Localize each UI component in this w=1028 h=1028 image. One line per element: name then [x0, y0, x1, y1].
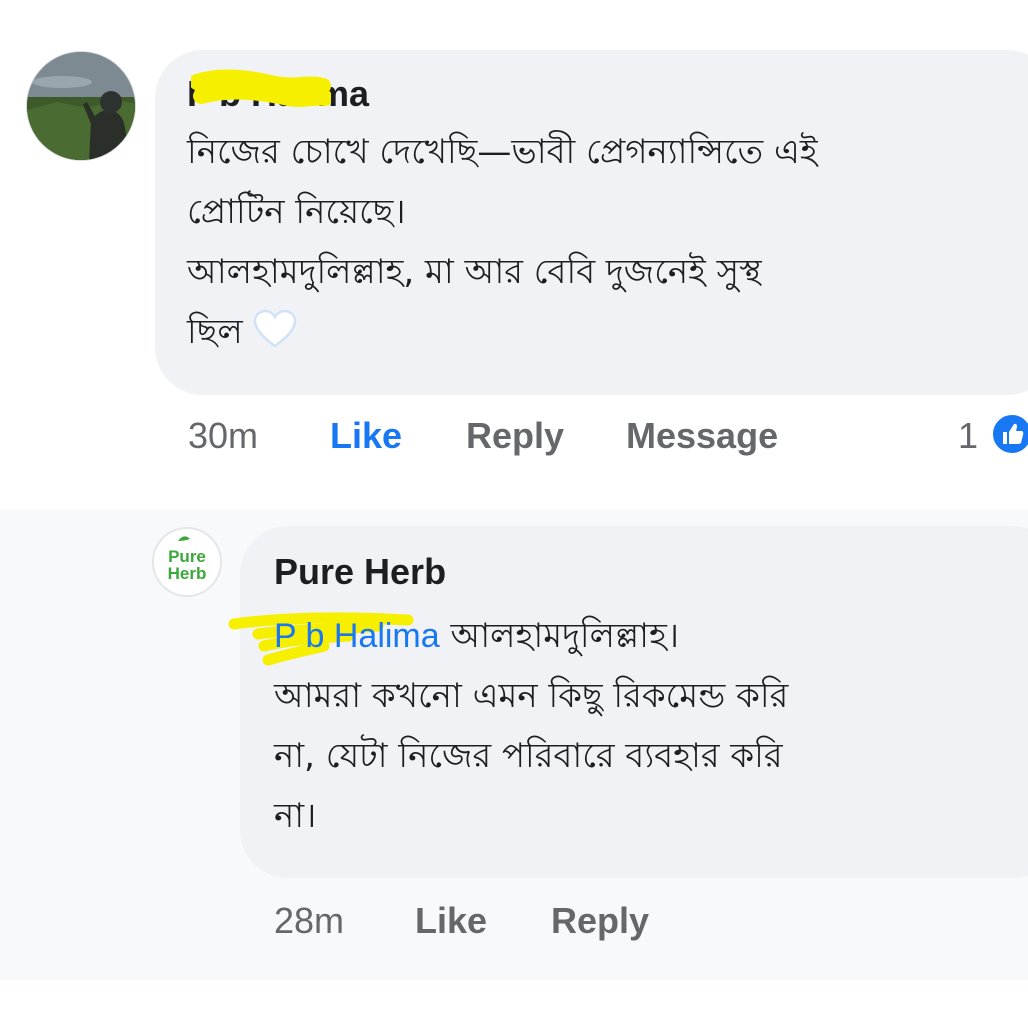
- comment-bubble: F b Halima নিজের চোখে দেখেছি—ভাবী প্রেগন…: [155, 50, 1028, 395]
- comment-line: প্রোটিন নিয়েছে।: [187, 192, 406, 232]
- reply-timestamp: 28m: [274, 900, 345, 941]
- reply-bubble: Pure Herb P b Halima আলহামদুলিল্লাহ। আমর…: [228, 526, 1028, 878]
- reaction-count[interactable]: 1: [958, 418, 978, 454]
- reply-line: না।: [274, 796, 317, 836]
- page-avatar-pure-herb[interactable]: Pure Herb: [152, 527, 222, 597]
- pure-herb-logo-icon: Pure Herb: [168, 536, 207, 583]
- comment-line: আলহামদুলিল্লাহ, মা আর বেবি দুজনেই সুস্থ: [187, 252, 762, 292]
- like-icon[interactable]: [990, 412, 1028, 456]
- logo-text-herb: Herb: [168, 564, 207, 583]
- reply-line: আলহামদুলিল্লাহ।: [439, 616, 680, 656]
- comment-reply-button[interactable]: Reply: [466, 418, 564, 454]
- reply-author-name[interactable]: Pure Herb: [274, 554, 446, 590]
- reply-line: না, যেটা নিজের পরিবারে ব্যবহার করি: [274, 736, 783, 776]
- reply-line: আমরা কখনো এমন কিছু রিকমেন্ড করি: [274, 676, 789, 716]
- reply-reply-button[interactable]: Reply: [551, 903, 649, 939]
- comment-message-button[interactable]: Message: [626, 418, 778, 454]
- comment-author-name[interactable]: F b Halima: [187, 76, 369, 112]
- comment-text: নিজের চোখে দেখেছি—ভাবী প্রেগন্যান্সিতে এ…: [187, 122, 818, 368]
- reply-first-line: P b Halima আলহামদুলিল্লাহ।: [274, 606, 788, 666]
- comment-timestamp: 30m: [188, 415, 259, 456]
- comment-line: ছিল: [187, 312, 243, 352]
- comment-line: নিজের চোখে দেখেছি—ভাবী প্রেগন্যান্সিতে এ…: [187, 132, 818, 172]
- white-heart-icon: [253, 308, 297, 368]
- reply-text: P b Halima আলহামদুলিল্লাহ। আমরা কখনো এমন…: [274, 606, 788, 846]
- comment-line-last: ছিল: [187, 302, 818, 368]
- mention-link[interactable]: P b Halima: [274, 617, 440, 655]
- commenter-avatar[interactable]: [26, 51, 136, 161]
- profile-photo-icon: [27, 52, 135, 160]
- reply-like-button[interactable]: Like: [415, 903, 487, 939]
- comment-like-button[interactable]: Like: [330, 418, 402, 454]
